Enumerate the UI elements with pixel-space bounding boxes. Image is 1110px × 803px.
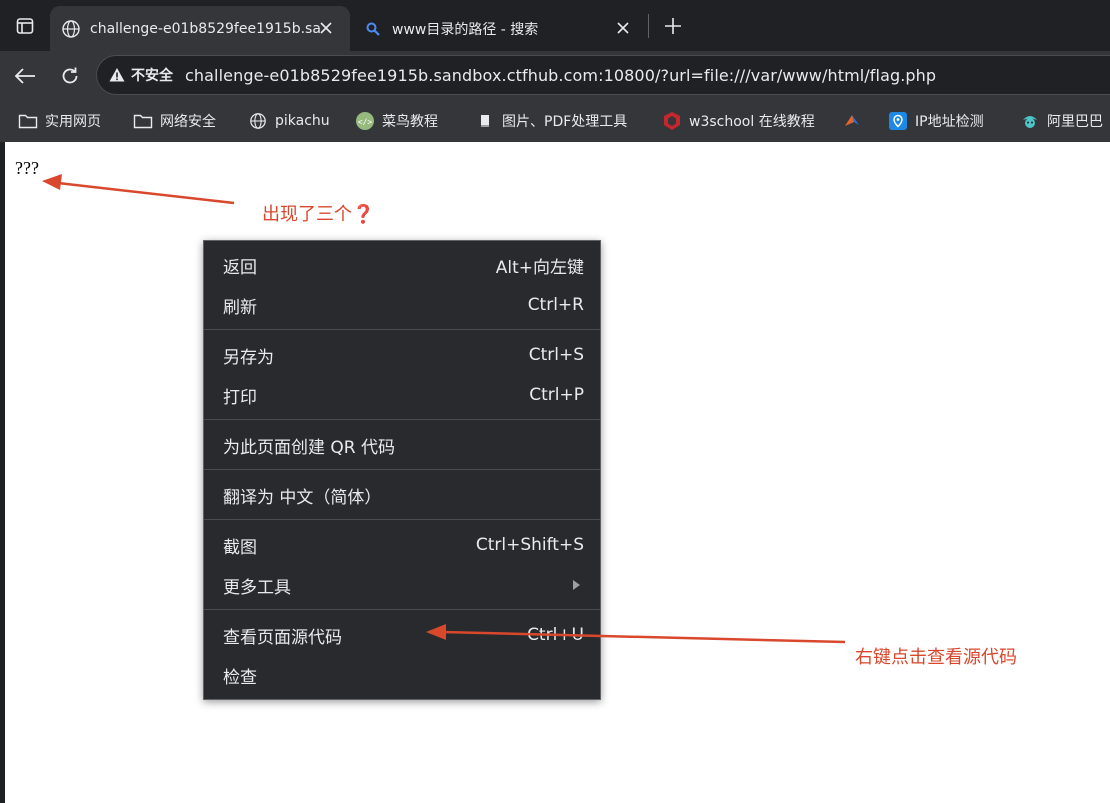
menu-item-label: 截图: [223, 537, 257, 558]
page-content-text: ???: [15, 158, 39, 178]
close-tab-icon[interactable]: [316, 18, 336, 38]
bookmark-alibaba[interactable]: 阿里巴巴: [1020, 100, 1103, 142]
menu-item-label: 更多工具: [223, 577, 291, 598]
toolbar: 不安全 challenge-e01b8529fee1915b.sandbox.c…: [0, 51, 1110, 100]
doc-icon: [475, 111, 495, 131]
security-label[interactable]: 不安全: [131, 65, 173, 85]
menu-item-label: 为此页面创建 QR 代码: [223, 437, 396, 458]
ml-icon: [842, 111, 862, 131]
reload-icon: [62, 67, 78, 84]
tab-title: challenge-e01b8529fee1915b.sandbox.ctfhu…: [90, 20, 320, 37]
new-tab-button[interactable]: [660, 13, 686, 39]
bookmark-label: 网络安全: [160, 114, 216, 130]
bookmark-label: 图片、PDF处理工具: [502, 114, 628, 130]
warning-icon[interactable]: [109, 67, 125, 83]
reload-button[interactable]: [55, 61, 85, 91]
menu-item-label: 打印: [223, 387, 257, 408]
context-menu: 返回 Alt+向左键 刷新 Ctrl+R 另存为 Ctrl+S 打印 Ctrl+…: [203, 240, 601, 700]
bookmark-pdf-tools[interactable]: 图片、PDF处理工具: [475, 100, 627, 142]
svg-text:</>: </>: [358, 118, 373, 127]
menu-item-label: 返回: [223, 257, 257, 278]
bookmark-w3school[interactable]: w3school 在线教程: [662, 100, 815, 142]
tab-inactive[interactable]: www目录的路径 - 搜索: [352, 6, 647, 51]
submenu-arrow-icon: [573, 580, 580, 590]
search-icon: [362, 18, 384, 40]
menu-item-shortcut: Alt+向左键: [495, 257, 584, 278]
menu-item-label: 查看页面源代码: [223, 627, 342, 648]
menu-item-shortcut: Ctrl+P: [529, 385, 584, 405]
menu-item-print[interactable]: 打印 Ctrl+P: [204, 375, 600, 415]
menu-separator: [204, 519, 600, 520]
menu-item-back[interactable]: 返回 Alt+向左键: [204, 245, 600, 285]
menu-item-translate[interactable]: 翻译为 中文（简体）: [204, 475, 600, 515]
address-bar[interactable]: 不安全 challenge-e01b8529fee1915b.sandbox.c…: [96, 55, 1110, 95]
bookmarks-bar: 实用网页 网络安全 pikachu </> 菜鸟教程 图片、PDF处理工具 w3…: [0, 100, 1110, 142]
menu-item-label: 刷新: [223, 297, 257, 318]
menu-item-label: 另存为: [223, 347, 274, 368]
annotation-top: 出现了三个❓: [262, 204, 375, 225]
tab-active[interactable]: challenge-e01b8529fee1915b.sandbox.ctfhu…: [50, 6, 350, 51]
bookmark-folder-security[interactable]: 网络安全: [133, 100, 216, 142]
annotation-right: 右键点击查看源代码: [855, 647, 1017, 668]
tab-strip: challenge-e01b8529fee1915b.sandbox.ctfhu…: [0, 0, 1110, 51]
bookmark-label: w3school 在线教程: [689, 114, 815, 130]
tab-separator: [648, 14, 649, 38]
bookmark-label: pikachu: [275, 113, 330, 129]
bookmark-ip-check[interactable]: IP地址检测: [888, 100, 984, 142]
menu-item-reload[interactable]: 刷新 Ctrl+R: [204, 285, 600, 325]
back-button[interactable]: [10, 61, 40, 91]
menu-item-view-source[interactable]: 查看页面源代码 Ctrl+U: [204, 615, 600, 655]
menu-item-save-as[interactable]: 另存为 Ctrl+S: [204, 335, 600, 375]
url-text[interactable]: challenge-e01b8529fee1915b.sandbox.ctfhu…: [185, 66, 936, 85]
plus-icon: [665, 18, 681, 34]
menu-item-label: 翻译为 中文（简体）: [223, 487, 382, 508]
arrow-left-icon: [14, 68, 35, 84]
menu-separator: [204, 609, 600, 610]
globe-icon: [248, 111, 268, 131]
bookmark-label: IP地址检测: [915, 114, 984, 130]
menu-item-shortcut: Ctrl+Shift+S: [475, 535, 584, 555]
bookmark-runoob[interactable]: </> 菜鸟教程: [355, 100, 438, 142]
menu-item-shortcut: Ctrl+R: [527, 295, 584, 315]
tab-actions-icon: [16, 18, 34, 34]
bookmark-label: 菜鸟教程: [382, 114, 438, 130]
folder-icon: [133, 111, 153, 131]
location-icon: [888, 111, 908, 131]
alibaba-icon: [1020, 111, 1040, 131]
bookmark-ml[interactable]: [842, 100, 869, 142]
bookmark-pikachu[interactable]: pikachu: [248, 100, 330, 142]
close-tab-icon[interactable]: [613, 18, 633, 38]
folder-icon: [18, 111, 38, 131]
menu-item-screenshot[interactable]: 截图 Ctrl+Shift+S: [204, 525, 600, 565]
w3school-icon: [662, 111, 682, 131]
bookmark-label: 实用网页: [45, 114, 101, 130]
menu-separator: [204, 419, 600, 420]
menu-item-qr-code[interactable]: 为此页面创建 QR 代码: [204, 425, 600, 465]
menu-separator: [204, 329, 600, 330]
menu-item-more-tools[interactable]: 更多工具: [204, 565, 600, 605]
bookmark-label: 阿里巴巴: [1047, 114, 1103, 130]
globe-icon: [60, 18, 82, 40]
menu-item-inspect[interactable]: 检查: [204, 655, 600, 695]
tab-actions-button[interactable]: [10, 12, 40, 40]
menu-item-shortcut: Ctrl+U: [527, 625, 584, 645]
menu-item-label: 检查: [223, 667, 257, 688]
tab-title: www目录的路径 - 搜索: [392, 21, 539, 38]
runoob-icon: </>: [355, 111, 375, 131]
menu-separator: [204, 469, 600, 470]
bookmark-folder-shiyong[interactable]: 实用网页: [18, 100, 101, 142]
menu-item-shortcut: Ctrl+S: [528, 345, 584, 365]
